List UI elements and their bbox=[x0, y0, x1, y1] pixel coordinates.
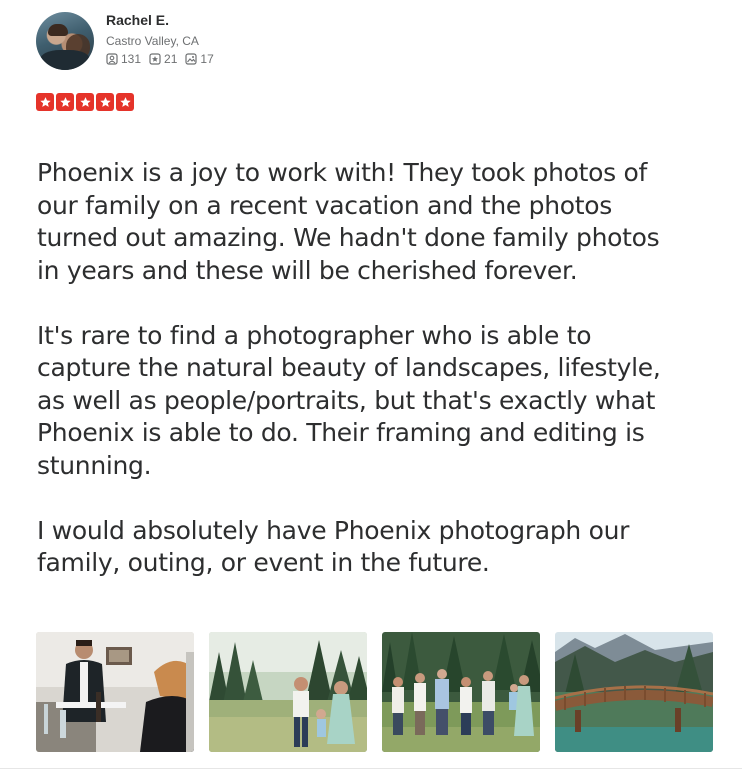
user-avatar[interactable] bbox=[36, 12, 94, 70]
reviews-stat: 21 bbox=[149, 52, 177, 66]
photos-count: 17 bbox=[200, 52, 214, 66]
star-icon bbox=[36, 93, 54, 111]
review-photo-forest-walk[interactable] bbox=[209, 632, 367, 752]
star-icon bbox=[56, 93, 74, 111]
friends-count: 131 bbox=[121, 52, 142, 66]
review-paragraph: Phoenix is a joy to work with! They took… bbox=[37, 158, 660, 285]
reviews-count: 21 bbox=[164, 52, 178, 66]
user-name[interactable]: Rachel E. bbox=[106, 12, 214, 28]
star-icon bbox=[76, 93, 94, 111]
photos-stat: 17 bbox=[185, 52, 214, 66]
user-location: Castro Valley, CA bbox=[106, 34, 199, 48]
star-icon bbox=[116, 93, 134, 111]
user-stats: 131 21 17 bbox=[106, 52, 214, 66]
review-paragraph: It's rare to find a photographer who is … bbox=[37, 320, 661, 480]
friends-stat: 131 bbox=[106, 52, 141, 66]
review-photos bbox=[36, 632, 713, 752]
review-header: Rachel E. Castro Valley, CA 131 21 17 bbox=[36, 12, 214, 70]
review-photo-bridge[interactable] bbox=[555, 632, 713, 752]
friends-icon bbox=[106, 53, 118, 65]
divider bbox=[0, 768, 742, 769]
review-photo-restaurant[interactable] bbox=[36, 632, 194, 752]
review-paragraph: I would absolutely have Phoenix photogra… bbox=[37, 515, 630, 578]
review-text: Phoenix is a joy to work with! They took… bbox=[37, 157, 677, 612]
star-rating bbox=[36, 93, 134, 111]
review-photo-family-group[interactable] bbox=[382, 632, 540, 752]
photo-icon bbox=[185, 53, 197, 65]
review-star-icon bbox=[149, 53, 161, 65]
star-icon bbox=[96, 93, 114, 111]
user-meta: Rachel E. Castro Valley, CA 131 21 17 bbox=[106, 12, 214, 70]
